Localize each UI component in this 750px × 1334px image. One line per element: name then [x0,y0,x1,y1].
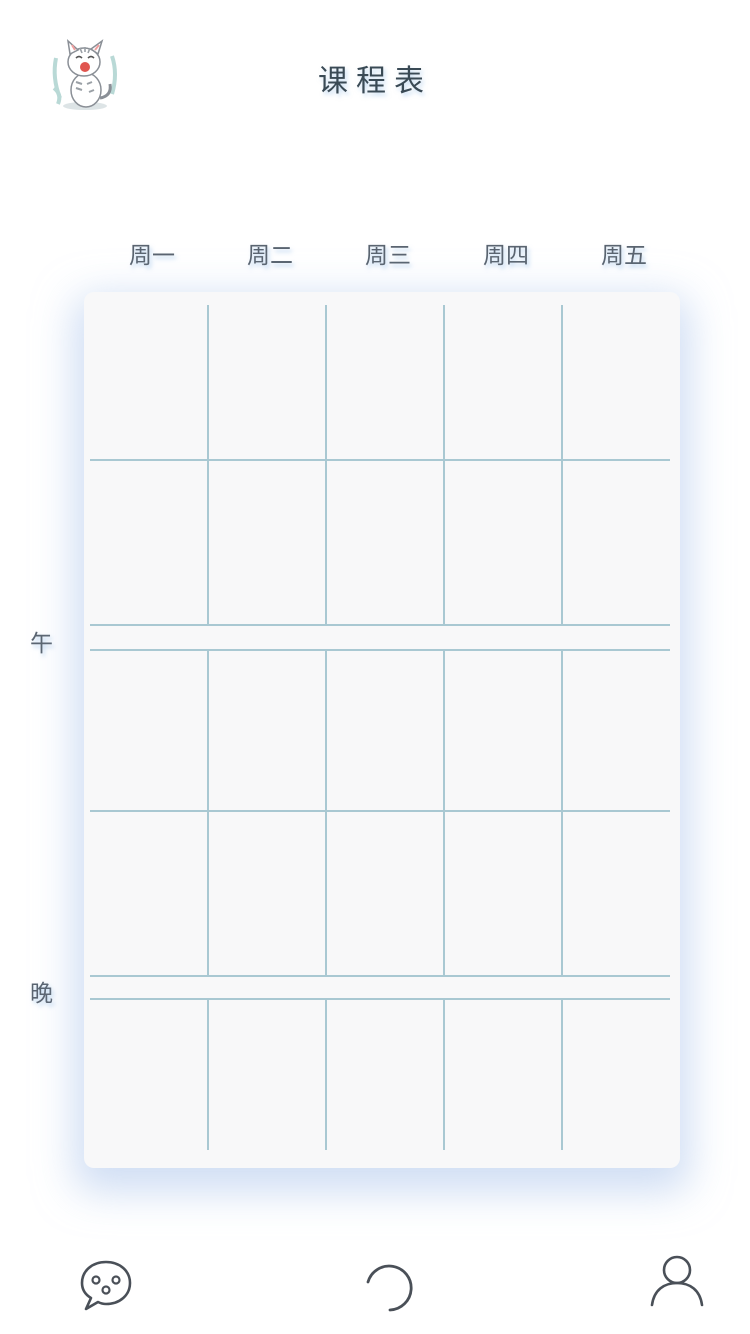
tab-profile[interactable] [648,1252,706,1310]
tab-chat[interactable] [78,1258,134,1314]
user-profile-icon [650,1255,704,1307]
page-title: 课程表 [318,64,432,99]
day-header-wed: 周三 [365,243,411,269]
noon-label: 午 [30,631,53,657]
day-header-tue: 周二 [247,243,293,269]
evening-label: 晚 [30,981,53,1007]
timetable-board[interactable] [84,292,680,1168]
chat-bubble-icon [80,1260,132,1311]
loading-spinner-icon [366,1264,413,1312]
day-header-fri: 周五 [601,243,647,269]
day-header-thu: 周四 [483,243,529,269]
day-header-mon: 周一 [129,243,175,269]
tab-home[interactable] [362,1260,418,1316]
timetable-grid [90,305,670,1150]
